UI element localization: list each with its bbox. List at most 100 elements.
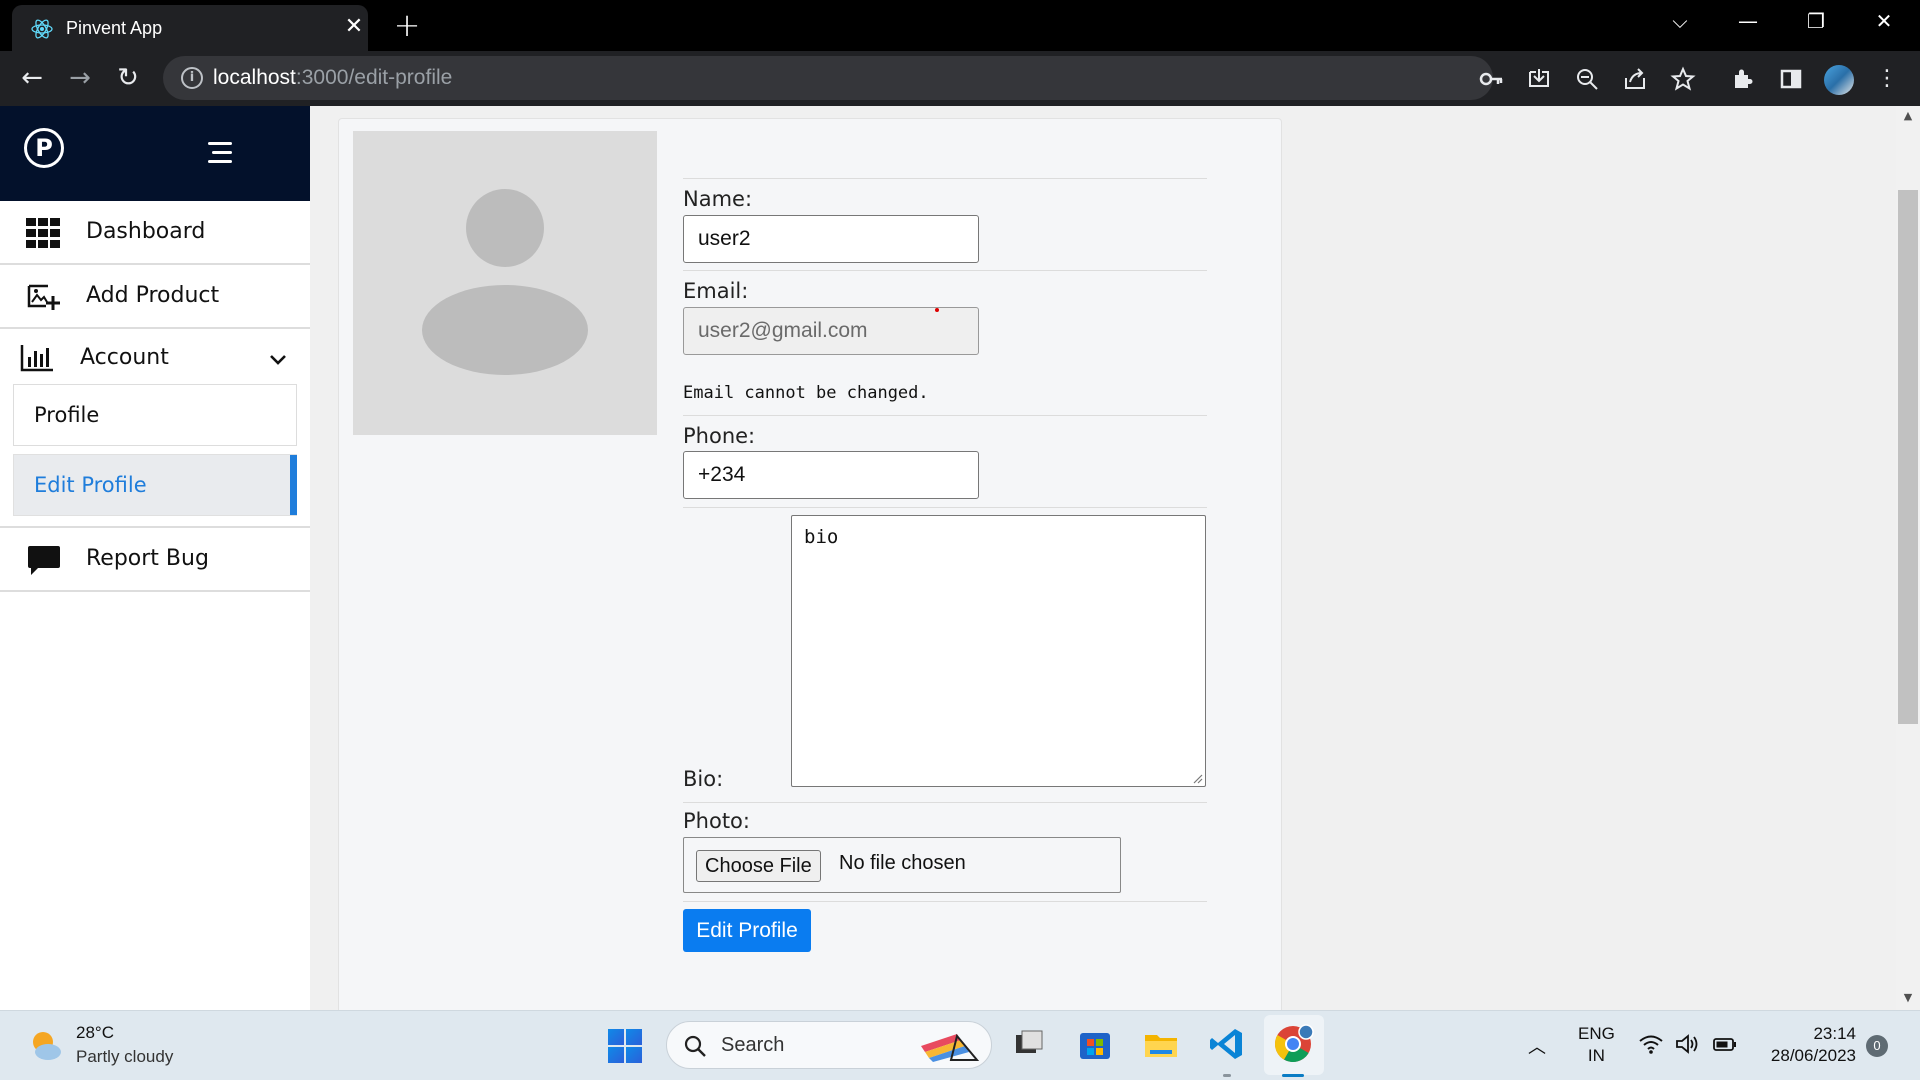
input-language[interactable]: ENG IN (1578, 1023, 1615, 1067)
notification-badge[interactable]: 0 (1866, 1035, 1888, 1057)
url-host: localhost (213, 66, 296, 89)
cursor-dot (935, 308, 939, 312)
share-icon[interactable] (1620, 64, 1650, 94)
system-clock[interactable]: 23:14 28/06/2023 (1760, 1023, 1856, 1067)
file-explorer-icon[interactable] (1142, 1025, 1180, 1063)
restore-icon[interactable]: ❐ (1796, 8, 1836, 34)
task-view-icon[interactable] (1010, 1025, 1048, 1063)
scroll-up-icon[interactable]: ▲ (1900, 108, 1916, 124)
search-icon (684, 1035, 706, 1057)
clock-date: 28/06/2023 (1770, 1046, 1856, 1065)
reload-icon[interactable]: ↻ (112, 63, 144, 95)
volume-icon[interactable] (1674, 1033, 1700, 1055)
clock-time: 23:14 (1813, 1024, 1856, 1043)
start-button[interactable] (608, 1029, 642, 1063)
sidebar-item-label: Add Product (86, 283, 220, 308)
show-hidden-icons-icon[interactable]: ︿ (1528, 1033, 1548, 1058)
site-info-icon[interactable]: i (181, 67, 203, 89)
divider (683, 802, 1207, 803)
tab-title: Pinvent App (66, 18, 163, 38)
sidebar-header: P (0, 106, 310, 201)
sidebar-item-report-bug[interactable]: Report Bug (0, 528, 310, 592)
hamburger-line (212, 151, 232, 154)
react-favicon-icon (31, 19, 53, 39)
url-path: :3000/edit-profile (295, 66, 453, 89)
bar-chart-icon (20, 345, 53, 372)
divider (683, 178, 1207, 179)
zoom-out-icon[interactable] (1572, 64, 1602, 94)
sidebar-subitem-edit-profile[interactable]: Edit Profile (13, 454, 297, 516)
profile-photo (353, 131, 657, 435)
file-status: No file chosen (839, 852, 966, 874)
sidebar-subitem-profile[interactable]: Profile (13, 384, 297, 446)
divider (683, 507, 1207, 508)
browser-titlebar: Pinvent App ✕ + ⌵ — ❐ ✕ (0, 0, 1920, 51)
sidebar-item-account[interactable]: Account (0, 329, 310, 389)
browser-menu-icon[interactable]: ⋮ (1872, 64, 1902, 94)
minimize-icon[interactable]: — (1728, 8, 1768, 34)
bio-textarea[interactable]: bio (791, 515, 1206, 787)
edit-profile-card: Name: user2 Email: user2@gmail.com Email… (338, 118, 1282, 1018)
extensions-puzzle-icon[interactable] (1728, 64, 1758, 94)
running-indicator (1282, 1074, 1304, 1077)
install-app-icon[interactable] (1524, 64, 1554, 94)
logo-icon[interactable]: P (24, 128, 64, 168)
divider (683, 415, 1207, 416)
sidebar-item-add-product[interactable]: Add Product (0, 265, 310, 329)
new-tab-button[interactable]: + (390, 8, 424, 42)
sidebar-subitem-label: Profile (34, 403, 100, 427)
partly-cloudy-icon[interactable] (28, 1027, 64, 1063)
battery-icon[interactable] (1712, 1033, 1738, 1055)
add-image-icon (27, 284, 60, 310)
address-bar[interactable]: i localhost:3000/edit-profile (163, 56, 1493, 100)
hamburger-menu-icon[interactable] (206, 142, 232, 164)
key-icon[interactable] (1476, 64, 1506, 94)
back-icon[interactable]: ← (16, 63, 48, 95)
vscode-icon[interactable] (1208, 1025, 1246, 1063)
profile-avatar-icon[interactable] (1824, 65, 1854, 95)
sidebar-subitem-label: Edit Profile (34, 473, 147, 497)
sidebar-item-label: Dashboard (86, 219, 206, 244)
sidebar-item-label: Report Bug (86, 546, 209, 571)
start-tile (608, 1029, 624, 1045)
divider (683, 901, 1207, 902)
wifi-icon[interactable] (1638, 1033, 1664, 1055)
microsoft-store-icon[interactable] (1076, 1025, 1114, 1063)
forward-icon[interactable]: → (64, 63, 96, 95)
dashboard-grid-icon (26, 218, 60, 248)
bookmark-star-icon[interactable] (1668, 64, 1698, 94)
phone-input[interactable]: +234 (683, 451, 979, 499)
start-tile (626, 1047, 642, 1063)
sidebar-item-dashboard[interactable]: Dashboard (0, 201, 310, 265)
running-indicator (1223, 1074, 1231, 1077)
tab-search-icon[interactable]: ⌵ (1660, 8, 1700, 34)
taskbar: 28°C Partly cloudy Search ︿ ENG IN 23:14… (0, 1010, 1920, 1080)
scroll-down-icon[interactable]: ▼ (1900, 990, 1916, 1006)
url-text[interactable]: localhost:3000/edit-profile (213, 66, 452, 90)
close-window-icon[interactable]: ✕ (1864, 8, 1904, 34)
name-input[interactable]: user2 (683, 215, 979, 263)
photo-file-input[interactable]: Choose File No file chosen (683, 837, 1121, 893)
start-tile (608, 1047, 624, 1063)
resize-grip-icon[interactable] (1191, 772, 1203, 784)
search-placeholder: Search (721, 1034, 785, 1056)
weather-description[interactable]: Partly cloudy (76, 1047, 173, 1067)
bio-text: bio (804, 526, 839, 548)
side-panel-icon[interactable] (1776, 64, 1806, 94)
choose-file-button[interactable]: Choose File (696, 850, 821, 882)
tab-close-icon[interactable]: ✕ (340, 14, 368, 40)
lang-region: IN (1587, 1046, 1605, 1065)
scrollbar-thumb[interactable] (1898, 190, 1918, 724)
weather-temperature[interactable]: 28°C (76, 1023, 114, 1043)
search-highlight-icon (921, 1033, 980, 1062)
chrome-icon[interactable] (1272, 1023, 1314, 1065)
photo-label: Photo: (683, 809, 750, 833)
divider (683, 270, 1207, 271)
chevron-down-icon[interactable] (268, 349, 288, 369)
edit-profile-submit-button[interactable]: Edit Profile (683, 909, 811, 952)
phone-label: Phone: (683, 424, 756, 448)
browser-tab[interactable]: Pinvent App ✕ (12, 5, 368, 51)
taskbar-search[interactable]: Search (666, 1021, 992, 1069)
sidebar: P Dashboard Add Product Account Profile … (0, 106, 310, 1010)
avatar-placeholder-icon (422, 189, 588, 375)
